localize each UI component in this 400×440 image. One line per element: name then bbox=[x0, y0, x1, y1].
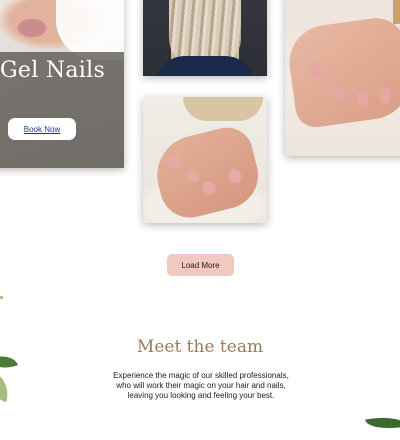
shirt-image bbox=[155, 56, 255, 76]
leaf-dot-decoration bbox=[0, 296, 3, 299]
manicure-photo-card-right bbox=[285, 0, 400, 156]
leaf-decoration-icon bbox=[365, 412, 400, 434]
gel-nails-title: Gel Nails bbox=[0, 58, 106, 83]
team-description-line: who will work their magic on your hair a… bbox=[116, 381, 286, 390]
manicure-photo-card-center bbox=[143, 97, 267, 223]
gel-nails-card: Gel Nails Book Now bbox=[0, 0, 124, 168]
team-heading: Meet the team bbox=[136, 337, 264, 357]
leaf-decoration-icon bbox=[0, 371, 13, 403]
hand-photo bbox=[56, 0, 124, 60]
candle-image bbox=[393, 0, 400, 24]
gold-decor-image bbox=[183, 97, 263, 121]
hair-photo-card bbox=[143, 0, 267, 76]
hand-image bbox=[285, 14, 400, 130]
nail-image bbox=[379, 88, 390, 104]
load-more-button[interactable]: Load More bbox=[167, 254, 234, 276]
team-description: Experience the magic of our skilled prof… bbox=[96, 371, 306, 401]
team-description-line: Experience the magic of our skilled prof… bbox=[113, 371, 289, 380]
hand-image bbox=[148, 122, 266, 223]
book-now-button[interactable]: Book Now bbox=[8, 118, 76, 140]
team-description-line: leaving you looking and feeling your bes… bbox=[127, 391, 275, 400]
gel-nails-overlay: Gel Nails Book Now bbox=[0, 52, 124, 168]
